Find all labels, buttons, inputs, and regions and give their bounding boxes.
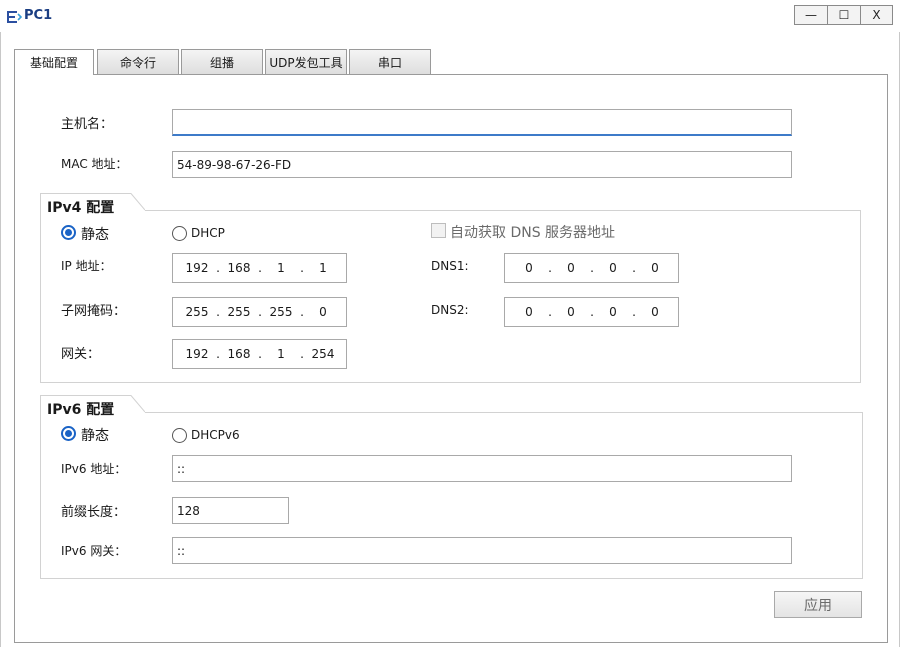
ipv6-static-label: 静态 [81, 428, 109, 444]
maximize-icon: ☐ [838, 8, 850, 22]
ipv4-dhcp-label: DHCP [191, 226, 225, 240]
ipv6-address-field[interactable]: :: [172, 455, 792, 482]
mask-octet-1: 255 [185, 305, 209, 319]
ip-octet-3: 1 [277, 261, 285, 275]
ip-address-label: IP 地址： [61, 259, 112, 273]
auto-dns-checkbox[interactable] [431, 223, 446, 238]
mask-octet-4: 0 [319, 305, 327, 319]
hostname-input[interactable] [172, 109, 792, 136]
maximize-button[interactable]: ☐ [827, 5, 861, 25]
ipv4-static-radio[interactable] [61, 225, 76, 240]
hostname-label: 主机名： [61, 117, 114, 132]
ipv6-gateway-label: IPv6 网关： [61, 544, 127, 558]
ipv6-tab-slope [125, 395, 145, 417]
mask-octet-3: 255 [269, 305, 293, 319]
dns2-octet-4: 0 [651, 305, 659, 319]
gateway-octet-3: 1 [277, 347, 285, 361]
ip-octet-2: 168 [227, 261, 251, 275]
ipv4-dhcp-radio[interactable] [172, 226, 187, 241]
ipv6-dhcpv6-label: DHCPv6 [191, 428, 240, 442]
ipv6-address-label: IPv6 地址： [61, 462, 127, 476]
tab-basic-config[interactable]: 基础配置 [14, 49, 94, 75]
prefix-length-label: 前缀长度： [61, 505, 127, 520]
ip-address-field[interactable]: 192. 168. 1. 1 [172, 253, 347, 283]
dns1-octet-1: 0 [525, 261, 533, 275]
close-icon: X [872, 8, 881, 22]
ip-octet-1: 192 [185, 261, 209, 275]
tab-multicast[interactable]: 组播 [181, 49, 263, 74]
gateway-field[interactable]: 192. 168. 1. 254 [172, 339, 347, 369]
ipv4-group-title: IPv4 配置 [40, 193, 126, 216]
dns1-field[interactable]: 0. 0. 0. 0 [504, 253, 679, 283]
dns2-octet-3: 0 [609, 305, 617, 319]
gateway-octet-1: 192 [185, 347, 209, 361]
ip-octet-4: 1 [319, 261, 327, 275]
dns2-label: DNS2: [431, 303, 469, 317]
dns1-octet-4: 0 [651, 261, 659, 275]
ipv6-static-radio[interactable] [61, 426, 76, 441]
minimize-button[interactable]: — [794, 5, 828, 25]
tab-serial-port[interactable]: 串口 [349, 49, 431, 74]
auto-dns-label: 自动获取 DNS 服务器地址 [450, 225, 616, 241]
ipv6-group-title: IPv6 配置 [40, 395, 126, 418]
tab-udp-tool[interactable]: UDP发包工具 [265, 49, 347, 74]
dns2-octet-1: 0 [525, 305, 533, 319]
close-button[interactable]: X [860, 5, 893, 25]
tab-command-line[interactable]: 命令行 [97, 49, 179, 74]
gateway-label: 网关： [61, 347, 101, 362]
mac-address-field[interactable]: 54-89-98-67-26-FD [172, 151, 792, 178]
minimize-icon: — [805, 8, 817, 22]
ipv6-dhcpv6-radio[interactable] [172, 428, 187, 443]
ipv4-static-label: 静态 [81, 227, 109, 243]
ipv6-gateway-field[interactable]: :: [172, 537, 792, 564]
mask-octet-2: 255 [227, 305, 251, 319]
subnet-mask-field[interactable]: 255. 255. 255. 0 [172, 297, 347, 327]
pc-app-icon [7, 11, 22, 23]
dns2-octet-2: 0 [567, 305, 575, 319]
mac-label: MAC 地址： [61, 157, 128, 171]
dns1-octet-3: 0 [609, 261, 617, 275]
window-title: PC1 [24, 8, 53, 23]
dns1-octet-2: 0 [567, 261, 575, 275]
prefix-length-field[interactable]: 128 [172, 497, 289, 524]
dns2-field[interactable]: 0. 0. 0. 0 [504, 297, 679, 327]
dns1-label: DNS1: [431, 259, 469, 273]
apply-button[interactable]: 应用 [774, 591, 862, 618]
gateway-octet-2: 168 [227, 347, 251, 361]
title-bar [0, 0, 900, 33]
subnet-mask-label: 子网掩码： [61, 304, 127, 319]
ipv4-tab-slope [125, 193, 145, 215]
gateway-octet-4: 254 [311, 347, 335, 361]
